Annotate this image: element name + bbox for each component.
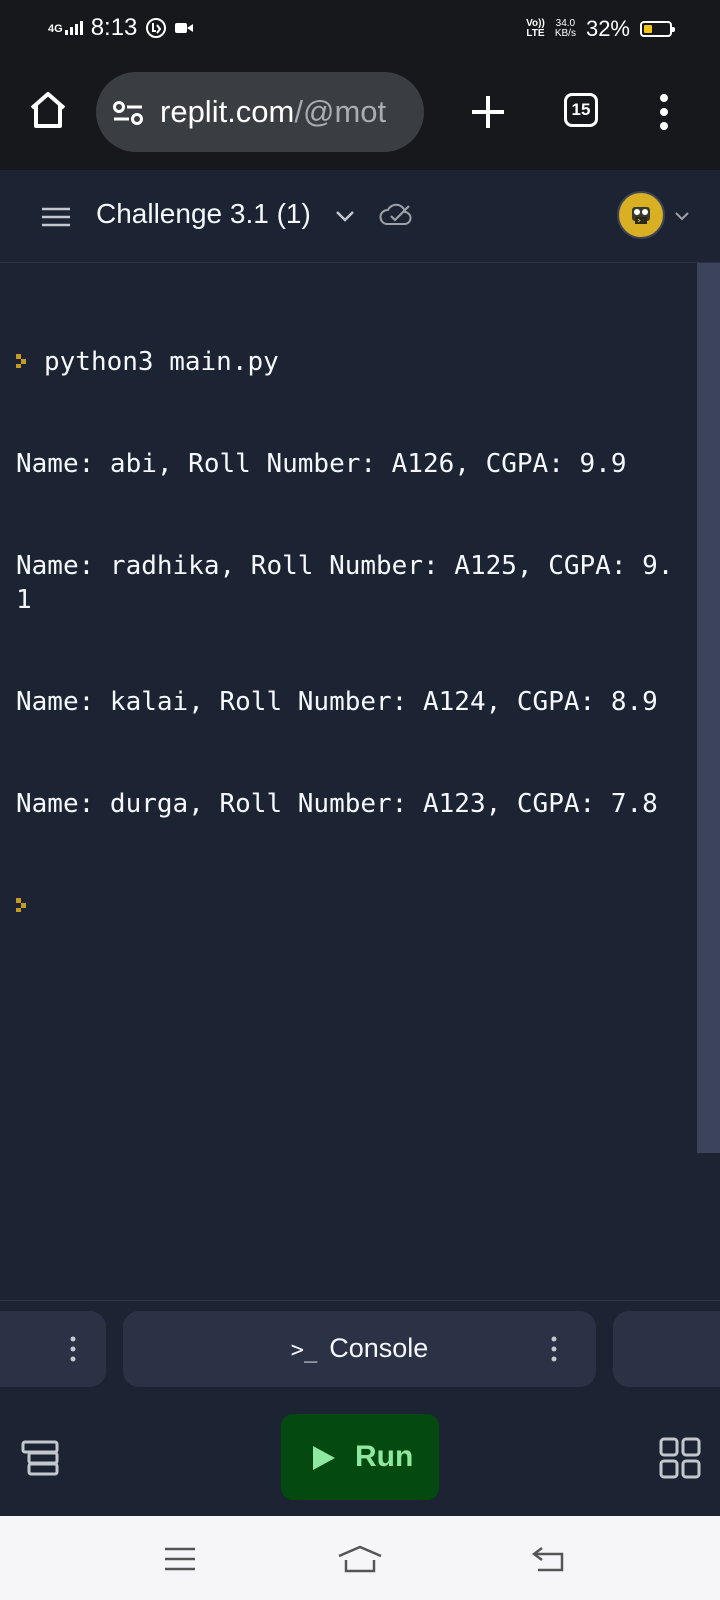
more-vert-icon[interactable] xyxy=(654,90,674,134)
chevron-down-icon[interactable] xyxy=(334,208,356,224)
tab-next[interactable] xyxy=(613,1311,720,1387)
browser-toolbar: replit.com/@mot 15 xyxy=(0,60,720,170)
avatar-robot-icon xyxy=(632,207,650,224)
command-text: python3 main.py xyxy=(44,347,279,377)
repl-header: Challenge 3.1 (1) xyxy=(0,170,720,263)
pane-tabs: >_ Console xyxy=(0,1300,720,1398)
run-button[interactable]: Run xyxy=(281,1414,439,1500)
url-text: replit.com/@mot xyxy=(160,94,386,130)
recents-icon[interactable] xyxy=(162,1544,198,1574)
output-line: Name: abi, Roll Number: A126, CGPA: 9.9 xyxy=(16,449,627,479)
repl-title[interactable]: Challenge 3.1 (1) xyxy=(96,198,311,230)
video-record-icon xyxy=(175,23,194,33)
net-speed: 34.0 KB/s xyxy=(555,19,576,39)
volte-indicator: Vo)) LTE xyxy=(526,19,545,39)
prompt-line xyxy=(16,889,688,923)
command-line: python3 main.py xyxy=(16,345,688,379)
tab-previous[interactable] xyxy=(0,1311,106,1387)
output-line: Name: kalai, Roll Number: A124, CGPA: 8.… xyxy=(16,687,658,717)
network-indicator: 4G xyxy=(48,21,83,35)
signal-icon xyxy=(64,21,83,35)
play-icon xyxy=(313,1446,335,1470)
cloud-check-icon[interactable] xyxy=(378,200,412,228)
run-label: Run xyxy=(355,1440,414,1473)
data-saver-icon xyxy=(146,18,167,38)
prompt-icon xyxy=(16,897,26,912)
account-chevron-icon[interactable] xyxy=(674,210,690,222)
back-icon[interactable] xyxy=(530,1544,566,1574)
status-right: Vo)) LTE 34.0 KB/s 32% xyxy=(526,16,675,42)
battery-icon xyxy=(640,21,675,37)
battery-percent: 32% xyxy=(585,16,630,41)
url-domain: replit.com xyxy=(160,94,295,129)
plus-icon[interactable] xyxy=(466,90,510,134)
console-tab-text: Console xyxy=(329,1333,429,1363)
prompt-icon xyxy=(16,353,26,368)
status-bar: 4G 8:13 Vo)) LTE 34.0 KB/s 32% xyxy=(0,0,720,60)
home-icon[interactable] xyxy=(24,86,72,134)
console-tab-label: >_ Console xyxy=(123,1333,596,1364)
net-speed-unit: KB/s xyxy=(554,28,576,39)
url-path: /@mot xyxy=(294,94,387,129)
tab-console[interactable]: >_ Console xyxy=(123,1311,596,1387)
battery-level xyxy=(644,25,652,33)
clock: 8:13 xyxy=(90,14,138,41)
more-vert-icon[interactable] xyxy=(70,1336,76,1362)
grid-icon[interactable] xyxy=(658,1436,702,1480)
output-line: Name: radhika, Roll Number: A125, CGPA: … xyxy=(16,551,674,615)
output-line: Name: durga, Roll Number: A123, CGPA: 7.… xyxy=(16,789,658,819)
volte-bottom: LTE xyxy=(526,28,545,39)
stack-icon[interactable] xyxy=(20,1438,60,1478)
console-output-area[interactable]: python3 main.py Name: abi, Roll Number: … xyxy=(0,263,720,1300)
more-vert-icon[interactable] xyxy=(551,1336,557,1362)
home-nav-icon[interactable] xyxy=(336,1544,384,1574)
menu-icon[interactable] xyxy=(40,206,72,228)
tabs-counter[interactable]: 15 xyxy=(564,93,598,127)
avatar[interactable] xyxy=(617,191,665,239)
address-bar[interactable]: replit.com/@mot xyxy=(96,72,424,152)
network-type: 4G xyxy=(48,23,63,35)
status-left: 4G 8:13 xyxy=(48,14,194,42)
action-bar: Run xyxy=(0,1396,720,1516)
console-output: python3 main.py Name: abi, Roll Number: … xyxy=(16,277,688,991)
site-settings-icon[interactable] xyxy=(112,100,144,126)
system-nav-bar xyxy=(0,1516,720,1600)
scrollbar[interactable] xyxy=(697,263,720,1153)
terminal-icon: >_ xyxy=(290,1338,318,1363)
